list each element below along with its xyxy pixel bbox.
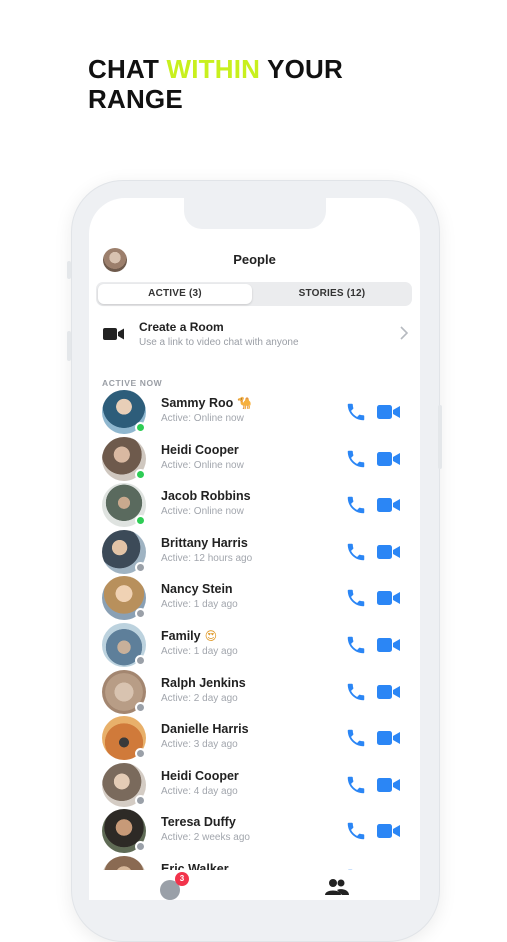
phone-icon[interactable]: [345, 494, 367, 516]
contact-name-line: Nancy Stein: [161, 582, 233, 596]
phone-side-button: [67, 331, 71, 361]
contact-name: Nancy Stein: [161, 582, 233, 597]
phone-icon[interactable]: [345, 401, 367, 423]
online-status-dot: [135, 515, 146, 527]
contact-name-line: Brittany Harris: [161, 536, 248, 550]
contact-name: Danielle Harris: [161, 722, 249, 737]
contact-status: Active: 2 weeks ago: [161, 832, 250, 844]
create-room-row[interactable]: Create a Room Use a link to video chat w…: [89, 316, 420, 358]
video-camera-icon[interactable]: [377, 681, 401, 703]
contact-row[interactable]: Danielle Harris Active: 3 day ago: [89, 715, 420, 762]
video-camera-icon[interactable]: [377, 401, 401, 423]
segmented-tabs: ACTIVE (3) STORIES (12): [96, 282, 412, 306]
contact-status: Active: Online now: [161, 413, 244, 424]
contact-name: Heidi Cooper: [161, 442, 239, 457]
phone-icon[interactable]: [345, 634, 367, 656]
offline-status-dot: [135, 701, 146, 713]
contact-name-line: Ralph Jenkins: [161, 676, 246, 690]
offline-status-dot: [135, 608, 146, 620]
contact-status: Active: 3 day ago: [161, 739, 238, 751]
contact-row[interactable]: Sammy Roo 🐪 Active: Online now: [89, 389, 420, 436]
contact-name-line: Danielle Harris: [161, 722, 249, 736]
offline-status-dot: [135, 654, 146, 666]
contact-status: Active: Online now: [161, 459, 244, 471]
phone-icon[interactable]: [345, 820, 367, 842]
contact-name: Family: [161, 628, 201, 643]
page-title: People: [233, 252, 276, 267]
headline-part1: CHAT: [88, 54, 167, 84]
phone-side-button: [67, 261, 71, 279]
video-camera-icon[interactable]: [377, 727, 401, 749]
contact-name: Jacob Robbins: [161, 489, 251, 504]
video-camera-icon[interactable]: [377, 448, 401, 470]
offline-status-dot: [135, 841, 146, 853]
chats-badge: 3: [175, 872, 189, 886]
video-camera-icon: [103, 327, 125, 346]
contact-list: Sammy Roo 🐪 Active: Online now Heidi Cooper…: [89, 389, 420, 900]
video-camera-icon[interactable]: [377, 820, 401, 842]
contact-row[interactable]: Jacob Robbins Active: Online now: [89, 482, 420, 529]
phone-icon[interactable]: [345, 448, 367, 470]
phone-icon[interactable]: [345, 587, 367, 609]
headline-line2: RANGE: [88, 84, 183, 114]
contact-status: Active: Online now: [161, 506, 244, 518]
contact-row[interactable]: Nancy Stein Active: 1 day ago: [89, 575, 420, 622]
contact-name-line: Teresa Duffy: [161, 815, 236, 829]
contact-name: Sammy Roo: [161, 396, 234, 410]
phone-icon[interactable]: [345, 681, 367, 703]
contact-name-line: Jacob Robbins: [161, 489, 251, 503]
tab-active[interactable]: ACTIVE (3): [98, 284, 252, 304]
phone-side-button: [438, 405, 442, 469]
headline-accent: WITHIN: [166, 54, 261, 84]
phone-notch: [184, 198, 326, 229]
phone-icon[interactable]: [345, 774, 367, 796]
video-camera-icon[interactable]: [377, 541, 401, 563]
section-label-active-now: ACTIVE NOW: [102, 378, 163, 388]
emoji-icon: 🐪: [237, 396, 253, 410]
offline-status-dot: [135, 794, 146, 806]
emoji-icon: 😍: [204, 628, 218, 643]
contact-name: Brittany Harris: [161, 535, 248, 550]
contact-name: Heidi Cooper: [161, 768, 239, 783]
contact-name-line: Family 😍: [161, 629, 217, 643]
contact-row[interactable]: Heidi Cooper Active: Online now: [89, 436, 420, 483]
contact-row[interactable]: Teresa Duffy Active: 2 weeks ago: [89, 808, 420, 855]
online-status-dot: [135, 468, 146, 480]
bottom-nav: 3: [89, 870, 420, 900]
contact-status: Active: 4 day ago: [161, 785, 238, 797]
contact-status: Active: 12 hours ago: [161, 552, 253, 564]
contact-status: Active: 1 day ago: [161, 645, 238, 657]
people-icon[interactable]: [325, 878, 349, 900]
create-room-subtitle: Use a link to video chat with anyone: [139, 337, 299, 348]
contact-status: Active: 1 day ago: [161, 599, 238, 611]
contact-row[interactable]: Ralph Jenkins Active: 2 day ago: [89, 669, 420, 716]
offline-status-dot: [135, 748, 146, 760]
chevron-right-icon: [400, 326, 409, 345]
video-camera-icon[interactable]: [377, 634, 401, 656]
phone-icon[interactable]: [345, 541, 367, 563]
contact-row[interactable]: Heidi Cooper Active: 4 day ago: [89, 762, 420, 809]
phone-icon[interactable]: [345, 727, 367, 749]
online-status-dot: [135, 422, 146, 433]
contact-row[interactable]: Brittany Harris Active: 12 hours ago: [89, 529, 420, 576]
contact-name-line: Heidi Cooper: [161, 443, 239, 457]
contact-name: Ralph Jenkins: [161, 675, 246, 690]
video-camera-icon[interactable]: [377, 587, 401, 609]
tab-stories[interactable]: STORIES (12): [254, 284, 410, 304]
video-camera-icon[interactable]: [377, 494, 401, 516]
header: People: [89, 246, 420, 274]
offline-status-dot: [135, 561, 146, 573]
create-room-title: Create a Room: [139, 320, 224, 334]
headline-part2: YOUR: [260, 54, 344, 84]
video-camera-icon[interactable]: [377, 774, 401, 796]
contact-row[interactable]: Family 😍 Active: 1 day ago: [89, 622, 420, 669]
contact-name-line: Heidi Cooper: [161, 769, 239, 783]
contact-name-line: Sammy Roo 🐪: [161, 396, 252, 410]
headline: CHAT WITHIN YOUR RANGE: [88, 54, 343, 114]
contact-status: Active: 2 day ago: [161, 692, 238, 704]
phone-screen: People ACTIVE (3) STORIES (12) Create a …: [89, 198, 420, 900]
contact-name: Teresa Duffy: [161, 815, 236, 830]
